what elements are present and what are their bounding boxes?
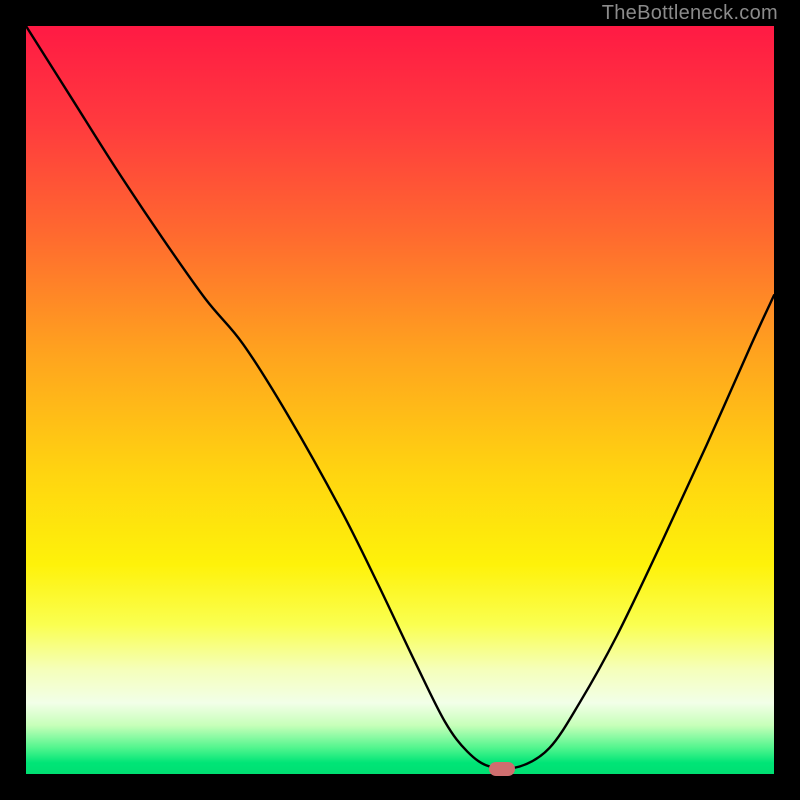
plot-area	[26, 26, 774, 774]
chart-frame: TheBottleneck.com	[0, 0, 800, 800]
plot-svg	[26, 26, 774, 774]
watermark-text: TheBottleneck.com	[602, 2, 778, 25]
optimum-marker	[489, 762, 515, 776]
plot-background	[26, 26, 774, 774]
